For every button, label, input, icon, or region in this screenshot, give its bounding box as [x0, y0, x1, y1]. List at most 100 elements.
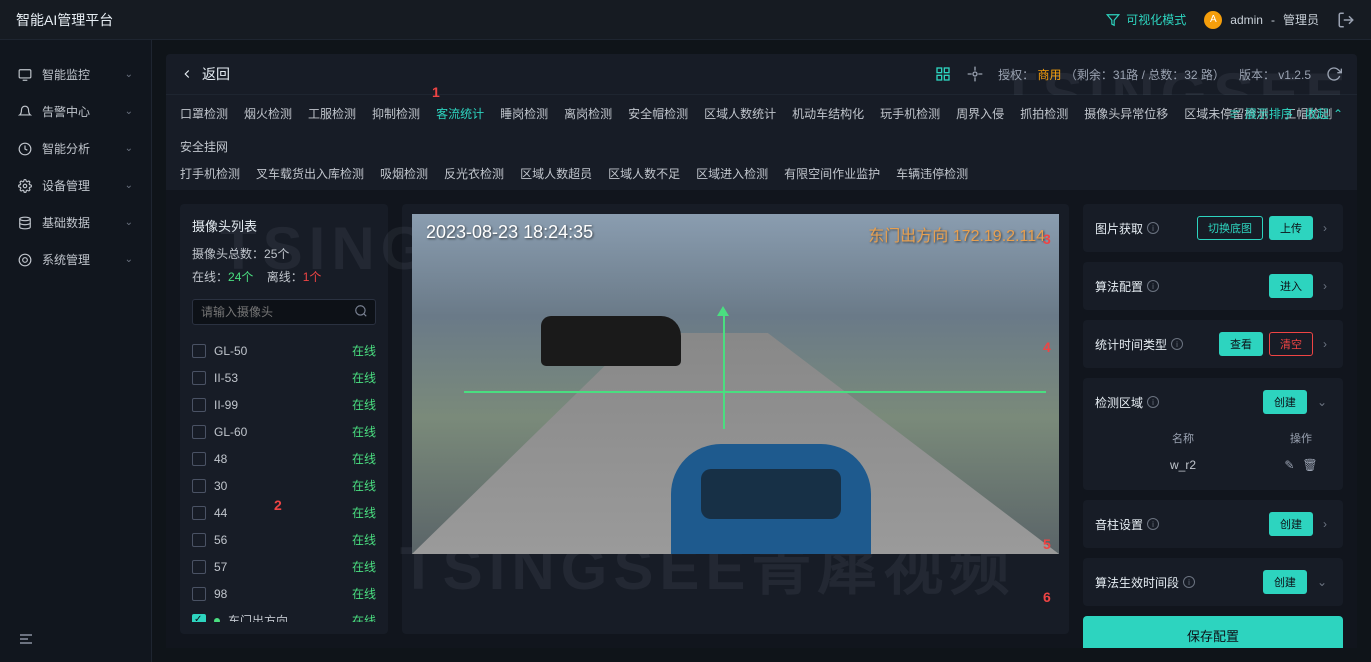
sidebar-item-basedata[interactable]: 基础数据 ⌄ — [0, 204, 151, 241]
sidebar-item-device[interactable]: 设备管理 ⌄ — [0, 167, 151, 204]
filter-item[interactable]: 反光衣检测 — [444, 165, 504, 182]
user-block[interactable]: A admin - 管理员 — [1204, 11, 1319, 29]
camera-list-item[interactable]: 44在线 — [192, 499, 376, 526]
filter-item[interactable]: 有限空间作业监护 — [784, 165, 880, 182]
camera-status: 在线 — [352, 585, 376, 602]
chevron-right-icon[interactable]: › — [1319, 221, 1331, 235]
checkbox[interactable] — [192, 425, 206, 439]
camera-name: 56 — [214, 533, 344, 547]
filter-item[interactable]: 区域人数超员 — [520, 165, 592, 182]
camera-list-item[interactable]: GL-50在线 — [192, 337, 376, 364]
back-button[interactable]: 返回 — [180, 64, 230, 84]
upload-button[interactable]: 上传 — [1269, 216, 1313, 240]
show-order-button[interactable]: 展示排序 — [1229, 105, 1293, 122]
info-icon[interactable]: i — [1147, 396, 1159, 408]
camera-list-item[interactable]: GL-60在线 — [192, 418, 376, 445]
filter-item[interactable]: 机动车结构化 — [792, 105, 864, 122]
camera-list-item[interactable]: 48在线 — [192, 445, 376, 472]
filter-item[interactable]: 摄像头异常位移 — [1084, 105, 1168, 122]
checkbox[interactable] — [192, 533, 206, 547]
filter-item[interactable]: 玩手机检测 — [880, 105, 940, 122]
chevron-right-icon[interactable]: › — [1319, 279, 1331, 293]
filter-item[interactable]: 烟火检测 — [244, 105, 292, 122]
collapse-filters-button[interactable]: 收起 ⌃ — [1305, 105, 1343, 122]
chevron-right-icon[interactable]: › — [1319, 517, 1331, 531]
filter-item[interactable]: 区域进入检测 — [696, 165, 768, 182]
create-area-button[interactable]: 创建 — [1263, 390, 1307, 414]
sidebar-item-alarm[interactable]: 告警中心 ⌄ — [0, 93, 151, 130]
filter-item[interactable]: 吸烟检测 — [380, 165, 428, 182]
delete-icon[interactable]: 🗑 — [1302, 458, 1317, 472]
grid-icon[interactable] — [934, 65, 952, 83]
filter-item[interactable]: 客流统计 — [436, 105, 484, 122]
filter-item[interactable]: 口罩检测 — [180, 105, 228, 122]
enter-algo-button[interactable]: 进入 — [1269, 274, 1313, 298]
checkbox[interactable] — [192, 452, 206, 466]
create-time-button[interactable]: 创建 — [1263, 570, 1307, 594]
camera-list-item[interactable]: 56在线 — [192, 526, 376, 553]
chevron-down-icon: ⌄ — [125, 106, 133, 117]
sidebar: 智能监控 ⌄ 告警中心 ⌄ 智能分析 ⌄ 设备管理 ⌄ 基础数据 ⌄ 系统管理 … — [0, 40, 152, 662]
checkbox[interactable] — [192, 560, 206, 574]
chevron-down-icon[interactable]: ⌄ — [1313, 395, 1331, 409]
info-icon[interactable]: i — [1183, 576, 1195, 588]
settings-icon[interactable] — [966, 65, 984, 83]
filter-item[interactable]: 安全挂网 — [180, 138, 228, 155]
sidebar-item-system[interactable]: 系统管理 ⌄ — [0, 241, 151, 278]
save-config-button[interactable]: 保存配置 — [1083, 616, 1343, 648]
filter-item[interactable]: 周界入侵 — [956, 105, 1004, 122]
clear-stat-button[interactable]: 清空 — [1269, 332, 1313, 356]
checkbox[interactable] — [192, 371, 206, 385]
filter-item[interactable]: 打手机检测 — [180, 165, 240, 182]
camera-list-item[interactable]: 东门出方向在线 — [192, 607, 376, 622]
logout-icon[interactable] — [1337, 11, 1355, 29]
camera-list-item[interactable]: 98在线 — [192, 580, 376, 607]
filter-item[interactable]: 叉车载货出入库检测 — [256, 165, 364, 182]
camera-status: 在线 — [352, 477, 376, 494]
filter-item[interactable]: 工服检测 — [308, 105, 356, 122]
checkbox[interactable] — [192, 479, 206, 493]
edit-icon[interactable]: ✎ — [1284, 458, 1294, 472]
create-sound-button[interactable]: 创建 — [1269, 512, 1313, 536]
filter-icon — [1106, 13, 1120, 27]
view-stat-button[interactable]: 查看 — [1219, 332, 1263, 356]
camera-name: II-99 — [214, 398, 344, 412]
filter-item[interactable]: 睡岗检测 — [500, 105, 548, 122]
chevron-right-icon[interactable]: › — [1319, 337, 1331, 351]
collapse-icon — [18, 631, 34, 647]
checkbox[interactable] — [192, 614, 206, 623]
filter-item[interactable]: 抑制检测 — [372, 105, 420, 122]
checkbox[interactable] — [192, 344, 206, 358]
sidebar-collapse-button[interactable] — [0, 619, 151, 662]
refresh-icon[interactable] — [1325, 65, 1343, 83]
info-icon[interactable]: i — [1171, 338, 1183, 350]
sidebar-item-analysis[interactable]: 智能分析 ⌄ — [0, 130, 151, 167]
camera-list-item[interactable]: II-99 在线 — [192, 391, 376, 418]
camera-search-input[interactable] — [192, 299, 376, 325]
chevron-down-icon[interactable]: ⌄ — [1313, 575, 1331, 589]
visualization-mode-button[interactable]: 可视化模式 — [1106, 11, 1186, 28]
filter-item[interactable]: 离岗检测 — [564, 105, 612, 122]
checkbox[interactable] — [192, 506, 206, 520]
config-panel: 图片获取i 切换底图 上传 › 算法配置i 进入 › — [1083, 204, 1343, 634]
filter-item[interactable]: 车辆违停检测 — [896, 165, 968, 182]
checkbox[interactable] — [192, 398, 206, 412]
camera-list-item[interactable]: 57在线 — [192, 553, 376, 580]
config-effect-time: 算法生效时间段i 创建 ⌄ — [1083, 558, 1343, 606]
camera-list-item[interactable]: 30在线 — [192, 472, 376, 499]
video-panel: 2023-08-23 18:24:35 东门出方向 172.19.2.114 — [402, 204, 1069, 634]
info-icon[interactable]: i — [1147, 518, 1159, 530]
search-icon[interactable] — [354, 304, 368, 321]
filter-item[interactable]: 安全帽检测 — [628, 105, 688, 122]
sidebar-item-monitor[interactable]: 智能监控 ⌄ — [0, 56, 151, 93]
filter-item[interactable]: 抓拍检测 — [1020, 105, 1068, 122]
info-icon[interactable]: i — [1147, 280, 1159, 292]
video-frame[interactable]: 2023-08-23 18:24:35 东门出方向 172.19.2.114 — [412, 214, 1059, 554]
camera-status: 在线 — [352, 396, 376, 413]
checkbox[interactable] — [192, 587, 206, 601]
info-icon[interactable]: i — [1147, 222, 1159, 234]
camera-list-item[interactable]: II-53在线 — [192, 364, 376, 391]
filter-item[interactable]: 区域人数不足 — [608, 165, 680, 182]
switch-base-image-button[interactable]: 切换底图 — [1197, 216, 1263, 240]
filter-item[interactable]: 区域人数统计 — [704, 105, 776, 122]
